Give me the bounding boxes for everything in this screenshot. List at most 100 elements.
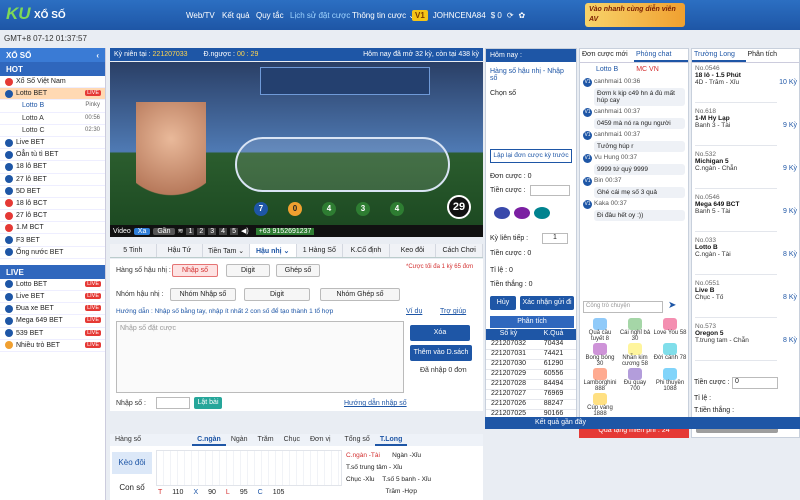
bet-amount-input[interactable]: 0 [732, 377, 778, 389]
sidebar-item-vietnam[interactable]: Xổ Số Việt Nam [0, 76, 105, 89]
camera-3[interactable]: 3 [208, 227, 217, 235]
sidebar-item-lotto-bet[interactable]: Lotto BET LIVE [0, 88, 105, 101]
sidebar-live-539[interactable]: 539 BET LIVE [0, 328, 105, 340]
example-link[interactable]: Ví dụ [406, 308, 422, 315]
guide-link[interactable]: Hướng dẫn nhập số [344, 400, 407, 407]
cancel-button[interactable]: Hủy [490, 296, 516, 310]
camera-1[interactable]: 1 [186, 227, 195, 235]
group-ghep-so[interactable]: Nhóm Ghép số [320, 288, 400, 301]
tab-keo-doi[interactable]: Keo đôi [390, 244, 437, 257]
streak-card[interactable]: No.0546 Mega 649 BCT Banh 5 - Tài 9 Kỳ [695, 194, 797, 232]
promo-banner[interactable]: Vào nhanh cùng diễn viên AV [585, 3, 685, 27]
camera-5[interactable]: 5 [230, 227, 238, 235]
chip-icon[interactable] [534, 207, 550, 219]
tab-hau-tu[interactable]: Hậu Tứ [157, 244, 204, 257]
room-lotto-b[interactable]: Lotto B [596, 66, 618, 73]
gift-item[interactable]: Love You 58 [653, 318, 687, 336]
sidebar-item-27lo-bct[interactable]: 27 lô BCT [0, 210, 105, 223]
tab-hang-so[interactable]: Hàng số [110, 434, 146, 446]
tab-truong-long[interactable]: Trường Long [692, 49, 746, 62]
gift-item[interactable]: Bong bóng 30 [583, 343, 617, 367]
sidebar-item-lotto-b[interactable]: Lotto B Pinky [0, 100, 105, 113]
tab-tram[interactable]: Trăm [253, 434, 279, 446]
nav-webtv[interactable]: Web/TV [186, 11, 215, 20]
sidebar-live-live-bet[interactable]: Live BET LIVE [0, 291, 105, 304]
nav-lich-su[interactable]: Lịch sử đặt cược [290, 11, 350, 20]
view-near-button[interactable]: Gần [153, 227, 175, 235]
gift-item[interactable]: Lamborghini 888 [583, 368, 617, 392]
camera-2[interactable]: 2 [197, 227, 206, 235]
tab-tong-so[interactable]: Tổng số [340, 434, 375, 446]
sidebar-item-1m-bct[interactable]: 1.M BCT [0, 222, 105, 235]
tab-t-long[interactable]: T.Long [374, 434, 408, 446]
refresh-icon[interactable]: ⟳ [507, 11, 514, 20]
sidebar-item-oan-tu-ti[interactable]: Oẳn tù tì BET [0, 149, 105, 162]
collapse-icon[interactable]: ‹ [96, 51, 99, 60]
number-input[interactable] [156, 397, 190, 409]
sidebar-live-dua-xe[interactable]: Đua xe BET LIVE [0, 303, 105, 316]
sidebar-live-lotto[interactable]: Lotto BET LIVE [0, 279, 105, 291]
tab-analysis[interactable]: Phân tích [746, 49, 800, 62]
consecutive-input[interactable]: 1 [542, 233, 568, 244]
analysis-tab[interactable]: Phân tích [490, 316, 574, 328]
sidebar-item-18lo-bet[interactable]: 18 lô BET [0, 161, 105, 174]
tab-5-tinh[interactable]: 5 Tinh [110, 244, 157, 257]
sidebar-item-live-bet[interactable]: Live BET [0, 137, 105, 150]
live-video[interactable]: 7 0 4 3 4 29 [110, 62, 483, 225]
nav-quy-tac[interactable]: Quy tắc [256, 11, 284, 20]
group-digit[interactable]: Digit [244, 288, 310, 301]
gift-item[interactable]: Đời cánh 78 [653, 343, 687, 361]
con-so-label[interactable]: Con số [112, 478, 152, 498]
keo-doi-label[interactable]: Kèo đôi [112, 452, 152, 474]
help-link[interactable]: Trợ giúp [440, 308, 466, 315]
opt-ghep-so[interactable]: Ghép số [276, 264, 320, 277]
volume-icon[interactable]: ◀) [241, 227, 249, 235]
tab-cach-choi[interactable]: Cách Chơi [436, 244, 483, 257]
clear-button[interactable]: Xóa [410, 325, 470, 341]
tab-chat-room[interactable]: Phòng chat [634, 49, 688, 62]
sidebar-live-nhieu-tro[interactable]: Nhiều trò BET LIVE [0, 340, 105, 352]
streak-card[interactable]: No.0551 Live B Chục - Tố 8 Kỳ [695, 280, 797, 318]
gift-item[interactable]: Đu quay 700 [618, 368, 652, 392]
sidebar-item-18lo-bct[interactable]: 18 lô BCT [0, 198, 105, 211]
streak-card[interactable]: No.0546 18 lô - 1.5 Phút 4D - Trăm - Xỉu 10… [695, 65, 797, 103]
sidebar-item-27lo-bet[interactable]: 27 lô BET [0, 174, 105, 186]
sidebar-item-ong-nuoc[interactable]: Ống nước BET [0, 247, 105, 259]
chip-icon[interactable] [494, 207, 510, 219]
sidebar-item-5d-bet[interactable]: 5D BET [0, 186, 105, 198]
opt-digit[interactable]: Digit [226, 264, 270, 277]
nav-ket-qua[interactable]: Kết quả [222, 11, 250, 20]
confirm-button[interactable]: Xác nhận gửi đi [520, 296, 574, 310]
streak-card[interactable]: No.618 1-M Hy Lạp Banh 3 - Tài 9 Kỳ [695, 108, 797, 146]
group-nhap-so[interactable]: Nhóm Nhập số [170, 288, 236, 301]
sidebar-item-lotto-c[interactable]: Lotto C 02:30 [0, 125, 105, 137]
sidebar-item-f3-bet[interactable]: F3 BET [0, 234, 105, 247]
sidebar-live-mega[interactable]: Mega 649 BET LIVE [0, 315, 105, 328]
streak-card[interactable]: No.033 Lotto B C.ngàn - Tài 8 Kỳ [695, 237, 797, 275]
send-icon[interactable]: ➤ [668, 300, 676, 311]
tab-hau-nhi[interactable]: Hậu nhị ⌄ [249, 244, 297, 257]
gift-item[interactable]: Phi thuyền 1088 [653, 368, 687, 392]
nav-thong-tin[interactable]: Thông tin cược ⌄ [352, 11, 415, 20]
repeat-last-button[interactable]: Lập lại đơn cược kỳ trước [490, 149, 572, 163]
logo[interactable]: KU [6, 4, 31, 24]
tab-chuc[interactable]: Chục [279, 434, 305, 446]
tab-don-vi[interactable]: Đơn vị [305, 434, 336, 446]
chat-input[interactable]: Công trò chuyện [583, 301, 663, 313]
username[interactable]: JOHNCENA84 [433, 11, 486, 20]
streak-card[interactable]: No.573 Oregon 5 T.trung tam - Chẵn 8 Kỳ [695, 323, 797, 361]
tab-1-hang-so[interactable]: 1 Hàng Số [297, 244, 344, 257]
camera-4[interactable]: 4 [219, 227, 228, 235]
number-input-area[interactable]: Nhập số đặt cược [116, 321, 404, 393]
opt-nhap-so[interactable]: Nhập số [172, 264, 218, 277]
tab-tien-tam[interactable]: Tiền Tam ⌄ [203, 244, 250, 257]
settings-icon[interactable]: ✿ [519, 11, 526, 20]
bet-amount-input[interactable] [530, 185, 570, 196]
gift-item[interactable]: Nhẫn kim cương 58 [618, 343, 652, 367]
room-mc-vn[interactable]: MC VN [636, 66, 659, 73]
tab-new-orders[interactable]: Đơn cược mới [580, 49, 634, 62]
gift-item[interactable]: Cái nghỉ bả 30 [618, 318, 652, 342]
gift-item[interactable]: Quả cầu tuyết 8 [583, 318, 617, 342]
chip-icon[interactable] [514, 207, 530, 219]
tab-ngan[interactable]: Ngàn [226, 434, 253, 446]
